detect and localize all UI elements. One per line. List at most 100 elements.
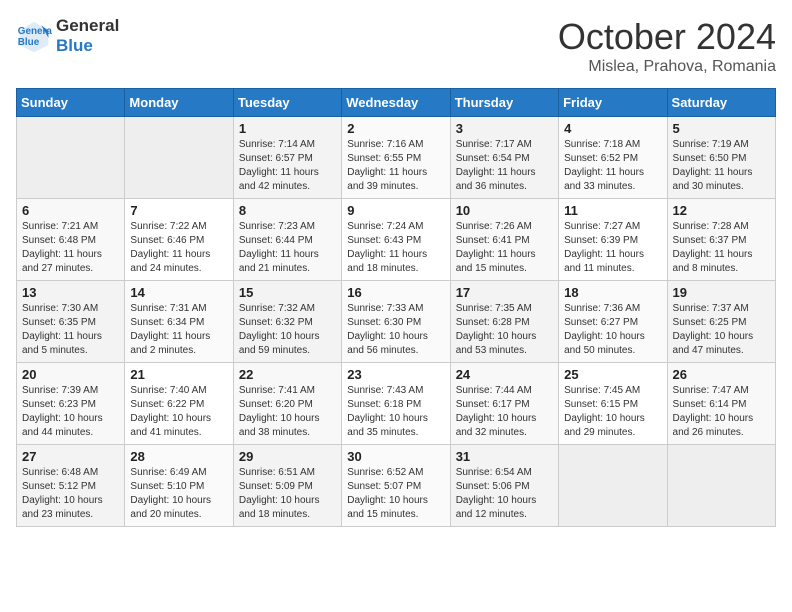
calendar-cell: 26 Sunrise: 7:47 AM Sunset: 6:14 PM Dayli… bbox=[667, 363, 775, 445]
day-number: 24 bbox=[456, 367, 553, 382]
day-number: 7 bbox=[130, 203, 227, 218]
day-number: 13 bbox=[22, 285, 119, 300]
weekday-header-monday: Monday bbox=[125, 89, 233, 117]
day-number: 3 bbox=[456, 121, 553, 136]
day-number: 5 bbox=[673, 121, 770, 136]
calendar-subtitle: Mislea, Prahova, Romania bbox=[558, 58, 776, 76]
day-number: 15 bbox=[239, 285, 336, 300]
weekday-header-tuesday: Tuesday bbox=[233, 89, 341, 117]
day-number: 16 bbox=[347, 285, 444, 300]
calendar-cell: 13 Sunrise: 7:30 AM Sunset: 6:35 PM Dayli… bbox=[17, 281, 125, 363]
calendar-week-2: 6 Sunrise: 7:21 AM Sunset: 6:48 PM Daylig… bbox=[17, 199, 776, 281]
logo: General Blue General Blue bbox=[16, 16, 119, 57]
day-info: Sunrise: 7:22 AM Sunset: 6:46 PM Dayligh… bbox=[130, 220, 227, 276]
calendar-cell: 23Sunrise: 7:43 AM Sunset: 6:18 PM Dayli… bbox=[342, 363, 450, 445]
calendar-cell: 12 Sunrise: 7:28 AM Sunset: 6:37 PM Dayli… bbox=[667, 199, 775, 281]
day-number: 26 bbox=[673, 367, 770, 382]
day-number: 28 bbox=[130, 449, 227, 464]
calendar-table: SundayMondayTuesdayWednesdayThursdayFrid… bbox=[16, 88, 776, 527]
day-number: 18 bbox=[564, 285, 661, 300]
calendar-cell: 25 Sunrise: 7:45 AM Sunset: 6:15 PM Dayli… bbox=[559, 363, 667, 445]
day-info: Sunrise: 7:30 AM Sunset: 6:35 PM Dayligh… bbox=[22, 302, 119, 358]
calendar-cell: 24 Sunrise: 7:44 AM Sunset: 6:17 PM Dayli… bbox=[450, 363, 558, 445]
calendar-cell: 20Sunrise: 7:39 AM Sunset: 6:23 PM Dayli… bbox=[17, 363, 125, 445]
weekday-header-wednesday: Wednesday bbox=[342, 89, 450, 117]
calendar-cell: 15 Sunrise: 7:32 AM Sunset: 6:32 PM Dayli… bbox=[233, 281, 341, 363]
day-number: 14 bbox=[130, 285, 227, 300]
calendar-cell: 7 Sunrise: 7:22 AM Sunset: 6:46 PM Daylig… bbox=[125, 199, 233, 281]
day-number: 4 bbox=[564, 121, 661, 136]
day-number: 1 bbox=[239, 121, 336, 136]
day-number: 21 bbox=[130, 367, 227, 382]
day-info: Sunrise: 7:19 AM Sunset: 6:50 PM Dayligh… bbox=[673, 138, 770, 194]
calendar-cell: 11 Sunrise: 7:27 AM Sunset: 6:39 PM Dayli… bbox=[559, 199, 667, 281]
weekday-header-row: SundayMondayTuesdayWednesdayThursdayFrid… bbox=[17, 89, 776, 117]
calendar-cell bbox=[667, 445, 775, 527]
day-info: Sunrise: 7:27 AM Sunset: 6:39 PM Dayligh… bbox=[564, 220, 661, 276]
day-info: Sunrise: 7:16 AM Sunset: 6:55 PM Dayligh… bbox=[347, 138, 444, 194]
weekday-header-friday: Friday bbox=[559, 89, 667, 117]
day-info: Sunrise: 7:36 AM Sunset: 6:27 PM Dayligh… bbox=[564, 302, 661, 358]
day-number: 6 bbox=[22, 203, 119, 218]
calendar-title: October 2024 bbox=[558, 16, 776, 58]
page-header: General Blue General Blue October 2024 M… bbox=[16, 16, 776, 76]
day-number: 8 bbox=[239, 203, 336, 218]
day-info: Sunrise: 7:31 AM Sunset: 6:34 PM Dayligh… bbox=[130, 302, 227, 358]
calendar-cell: 30 Sunrise: 6:52 AM Sunset: 5:07 PM Dayli… bbox=[342, 445, 450, 527]
day-info: Sunrise: 7:44 AM Sunset: 6:17 PM Dayligh… bbox=[456, 384, 553, 440]
day-info: Sunrise: 7:43 AM Sunset: 6:18 PM Dayligh… bbox=[347, 384, 444, 440]
day-info: Sunrise: 6:54 AM Sunset: 5:06 PM Dayligh… bbox=[456, 466, 553, 522]
calendar-week-1: 1 Sunrise: 7:14 AM Sunset: 6:57 PM Daylig… bbox=[17, 117, 776, 199]
day-info: Sunrise: 7:33 AM Sunset: 6:30 PM Dayligh… bbox=[347, 302, 444, 358]
calendar-cell: 8Sunrise: 7:23 AM Sunset: 6:44 PM Daylig… bbox=[233, 199, 341, 281]
day-number: 10 bbox=[456, 203, 553, 218]
day-number: 19 bbox=[673, 285, 770, 300]
title-block: October 2024 Mislea, Prahova, Romania bbox=[558, 16, 776, 76]
calendar-week-3: 13 Sunrise: 7:30 AM Sunset: 6:35 PM Dayli… bbox=[17, 281, 776, 363]
day-info: Sunrise: 6:49 AM Sunset: 5:10 PM Dayligh… bbox=[130, 466, 227, 522]
day-info: Sunrise: 7:18 AM Sunset: 6:52 PM Dayligh… bbox=[564, 138, 661, 194]
day-info: Sunrise: 7:37 AM Sunset: 6:25 PM Dayligh… bbox=[673, 302, 770, 358]
logo-icon: General Blue bbox=[16, 18, 52, 54]
calendar-cell: 10 Sunrise: 7:26 AM Sunset: 6:41 PM Dayli… bbox=[450, 199, 558, 281]
day-number: 9 bbox=[347, 203, 444, 218]
calendar-week-5: 27 Sunrise: 6:48 AM Sunset: 5:12 PM Dayli… bbox=[17, 445, 776, 527]
calendar-cell: 3 Sunrise: 7:17 AM Sunset: 6:54 PM Daylig… bbox=[450, 117, 558, 199]
calendar-cell: 29Sunrise: 6:51 AM Sunset: 5:09 PM Dayli… bbox=[233, 445, 341, 527]
day-info: Sunrise: 7:21 AM Sunset: 6:48 PM Dayligh… bbox=[22, 220, 119, 276]
calendar-cell bbox=[559, 445, 667, 527]
day-info: Sunrise: 6:51 AM Sunset: 5:09 PM Dayligh… bbox=[239, 466, 336, 522]
day-info: Sunrise: 7:45 AM Sunset: 6:15 PM Dayligh… bbox=[564, 384, 661, 440]
calendar-cell: 28 Sunrise: 6:49 AM Sunset: 5:10 PM Dayli… bbox=[125, 445, 233, 527]
day-info: Sunrise: 7:47 AM Sunset: 6:14 PM Dayligh… bbox=[673, 384, 770, 440]
day-info: Sunrise: 7:14 AM Sunset: 6:57 PM Dayligh… bbox=[239, 138, 336, 194]
day-info: Sunrise: 6:48 AM Sunset: 5:12 PM Dayligh… bbox=[22, 466, 119, 522]
svg-text:Blue: Blue bbox=[18, 37, 40, 48]
day-number: 12 bbox=[673, 203, 770, 218]
day-number: 22 bbox=[239, 367, 336, 382]
day-number: 25 bbox=[564, 367, 661, 382]
calendar-cell: 19 Sunrise: 7:37 AM Sunset: 6:25 PM Dayli… bbox=[667, 281, 775, 363]
day-info: Sunrise: 7:35 AM Sunset: 6:28 PM Dayligh… bbox=[456, 302, 553, 358]
calendar-cell: 2Sunrise: 7:16 AM Sunset: 6:55 PM Daylig… bbox=[342, 117, 450, 199]
day-info: Sunrise: 6:52 AM Sunset: 5:07 PM Dayligh… bbox=[347, 466, 444, 522]
calendar-cell: 31 Sunrise: 6:54 AM Sunset: 5:06 PM Dayli… bbox=[450, 445, 558, 527]
calendar-cell: 18 Sunrise: 7:36 AM Sunset: 6:27 PM Dayli… bbox=[559, 281, 667, 363]
calendar-cell: 14 Sunrise: 7:31 AM Sunset: 6:34 PM Dayli… bbox=[125, 281, 233, 363]
calendar-cell bbox=[125, 117, 233, 199]
day-number: 11 bbox=[564, 203, 661, 218]
day-number: 31 bbox=[456, 449, 553, 464]
weekday-header-thursday: Thursday bbox=[450, 89, 558, 117]
day-info: Sunrise: 7:32 AM Sunset: 6:32 PM Dayligh… bbox=[239, 302, 336, 358]
calendar-cell: 4 Sunrise: 7:18 AM Sunset: 6:52 PM Daylig… bbox=[559, 117, 667, 199]
day-info: Sunrise: 7:24 AM Sunset: 6:43 PM Dayligh… bbox=[347, 220, 444, 276]
day-info: Sunrise: 7:28 AM Sunset: 6:37 PM Dayligh… bbox=[673, 220, 770, 276]
day-number: 17 bbox=[456, 285, 553, 300]
calendar-cell: 22 Sunrise: 7:41 AM Sunset: 6:20 PM Dayli… bbox=[233, 363, 341, 445]
day-info: Sunrise: 7:26 AM Sunset: 6:41 PM Dayligh… bbox=[456, 220, 553, 276]
day-number: 27 bbox=[22, 449, 119, 464]
day-info: Sunrise: 7:17 AM Sunset: 6:54 PM Dayligh… bbox=[456, 138, 553, 194]
day-info: Sunrise: 7:41 AM Sunset: 6:20 PM Dayligh… bbox=[239, 384, 336, 440]
calendar-cell bbox=[17, 117, 125, 199]
day-number: 30 bbox=[347, 449, 444, 464]
